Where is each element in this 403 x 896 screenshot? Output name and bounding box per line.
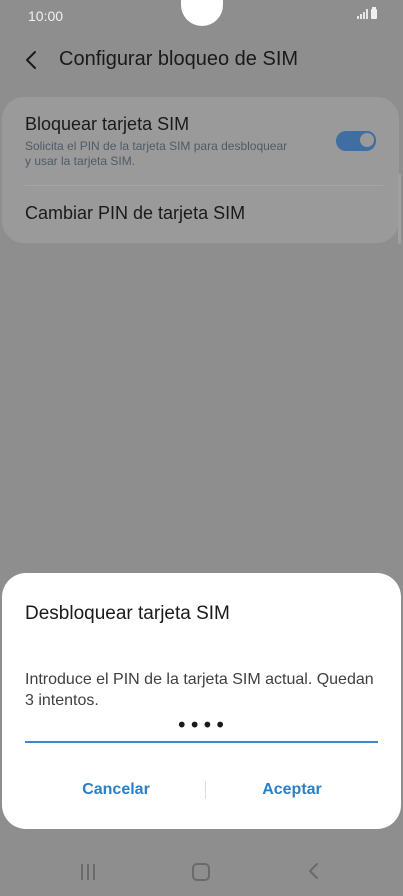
chevron-left-icon[interactable] [22,50,42,70]
pin-input[interactable] [25,709,378,743]
status-bar: 10:00 [0,0,403,32]
battery-icon [371,7,377,19]
toggle-knob [358,131,376,149]
dialog-title: Desbloquear tarjeta SIM [25,603,230,624]
home-icon[interactable] [192,863,210,881]
cancel-button[interactable]: Cancelar [26,773,206,807]
scroll-indicator [398,174,401,244]
lock-sim-description: Solicita el PIN de la tarjeta SIM para d… [25,139,288,168]
lock-sim-title: Bloquear tarjeta SIM [25,114,190,134]
camera-notch [181,0,223,26]
signal-icon [357,9,368,19]
navigation-bar [0,846,403,896]
unlock-sim-dialog: Desbloquear tarjeta SIM Introduce el PIN… [2,573,401,829]
status-time: 10:00 [28,8,64,24]
accept-button[interactable]: Aceptar [202,773,382,807]
page-title: Configurar bloqueo de SIM [59,48,299,70]
settings-card: Bloquear tarjeta SIM Solicita el PIN de … [2,97,399,243]
change-pin-title: Cambiar PIN de tarjeta SIM [25,203,246,223]
lock-sim-toggle[interactable] [336,131,376,151]
dialog-message: Introduce el PIN de la tarjeta SIM actua… [25,671,374,709]
status-icons [357,7,377,19]
app-header: Configurar bloqueo de SIM [0,40,403,80]
change-pin-row[interactable]: Cambiar PIN de tarjeta SIM [2,186,399,243]
dialog-actions: Cancelar Aceptar [2,773,401,807]
recents-icon[interactable] [81,864,99,880]
back-icon[interactable] [306,862,322,880]
lock-sim-row[interactable]: Bloquear tarjeta SIM Solicita el PIN de … [2,97,399,185]
